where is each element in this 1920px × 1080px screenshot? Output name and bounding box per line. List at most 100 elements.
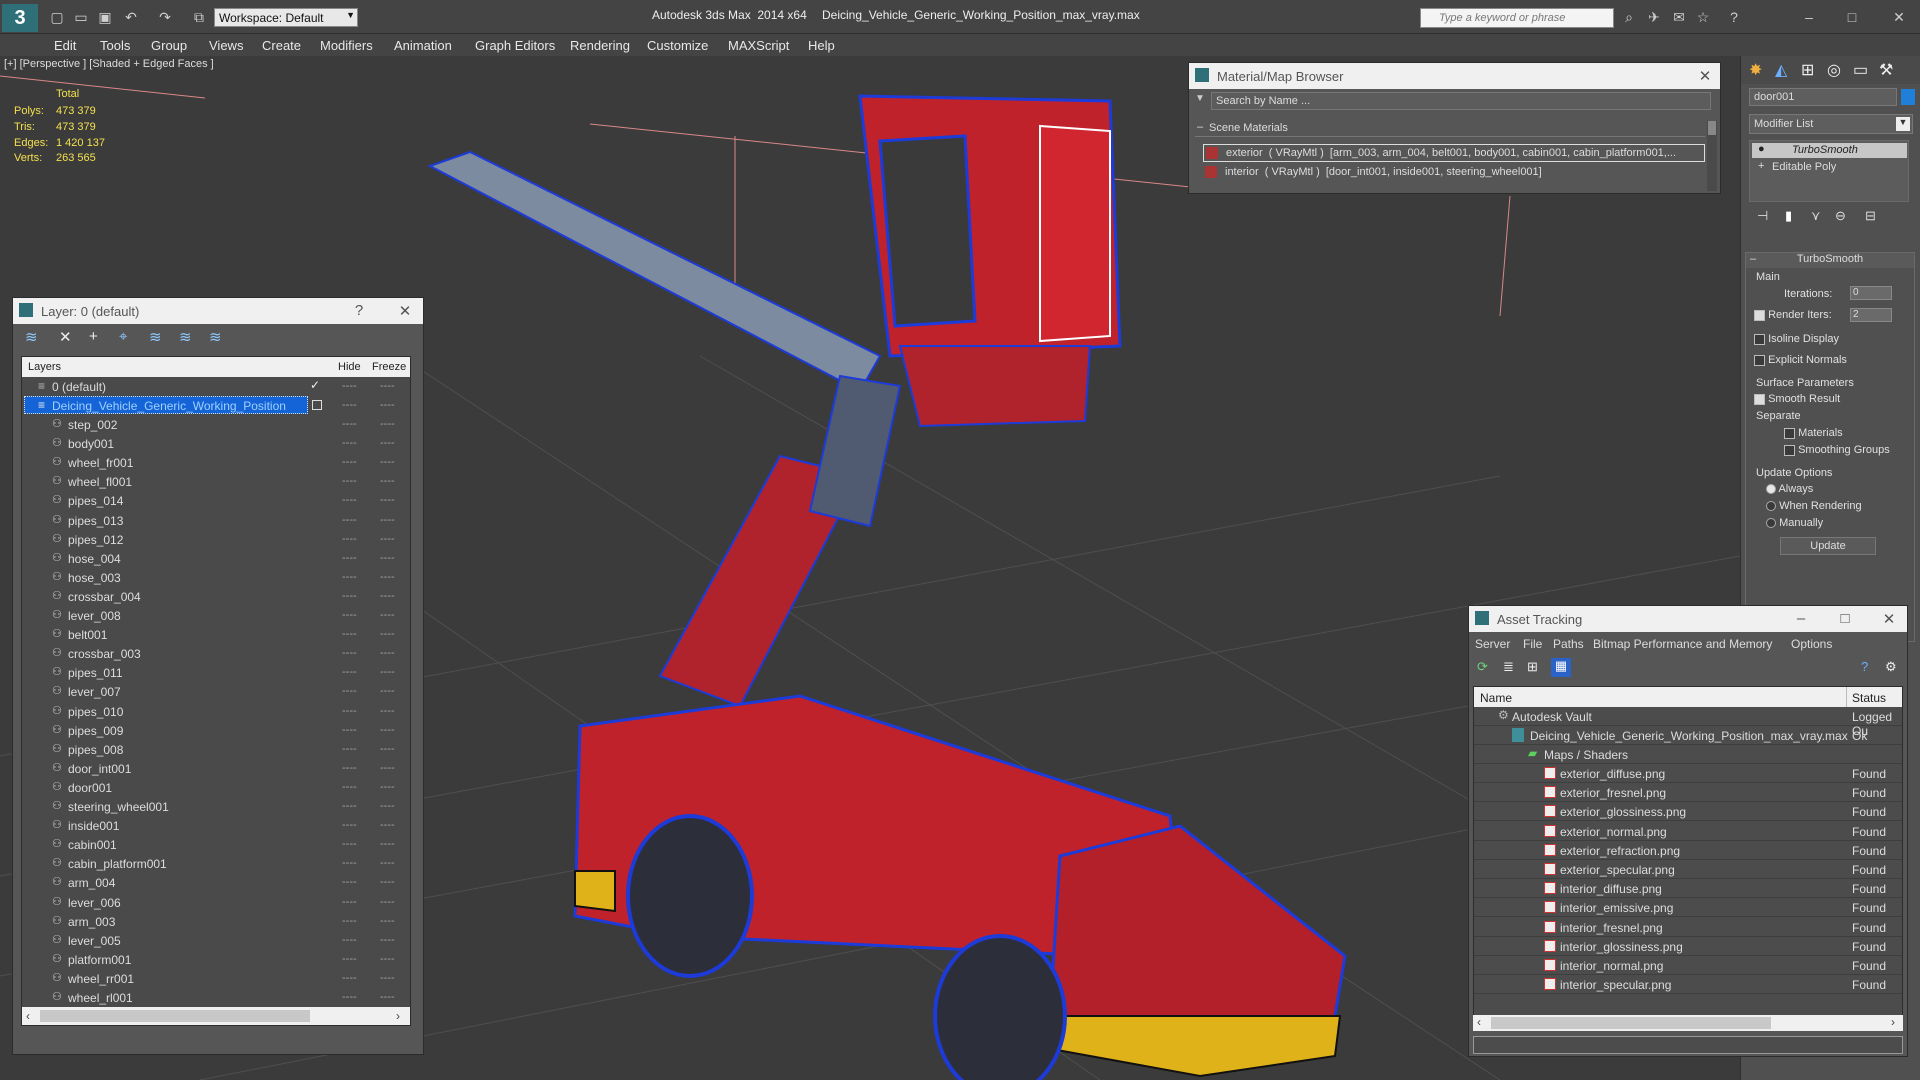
material-item-interior[interactable]: interior ( VRayMtl ) [door_int001, insid…: [1203, 164, 1705, 182]
utilities-tab-icon[interactable]: ⚒: [1879, 60, 1893, 80]
menu-create[interactable]: Create: [262, 38, 301, 53]
hide-toggle[interactable]: ----: [342, 571, 357, 583]
search-input[interactable]: Type a keyword or phrase: [1420, 8, 1614, 28]
freeze-toggle[interactable]: ----: [380, 724, 395, 736]
favorites-star-icon[interactable]: ☆: [1694, 8, 1712, 26]
scroll-right-icon[interactable]: ›: [396, 1009, 400, 1023]
smooth-result-checkbox[interactable]: Smooth Result: [1754, 393, 1840, 405]
close-icon[interactable]: ✕: [1879, 610, 1899, 628]
new-file-icon[interactable]: ▢: [48, 8, 66, 26]
hide-toggle[interactable]: ----: [342, 609, 357, 621]
freeze-toggle[interactable]: ----: [380, 934, 395, 946]
help-icon[interactable]: ?: [1725, 8, 1743, 26]
layer-object-row[interactable]: ⚇ pipes_013 ---- ----: [22, 511, 410, 530]
hide-toggle[interactable]: ----: [342, 494, 357, 506]
object-name-field[interactable]: door001: [1749, 88, 1897, 106]
asset-map-row[interactable]: interior_normal.png Found: [1474, 956, 1902, 975]
hide-toggle[interactable]: ----: [342, 857, 357, 869]
hierarchy-tab-icon[interactable]: ⊞: [1801, 60, 1814, 80]
tree-view-icon[interactable]: ⊞: [1527, 659, 1538, 675]
close-icon[interactable]: ✕: [395, 302, 415, 320]
hide-toggle[interactable]: ----: [342, 915, 357, 927]
configure-sets-icon[interactable]: ⊟: [1865, 208, 1876, 224]
material-browser-vscroll[interactable]: [1707, 121, 1717, 191]
layer-object-row[interactable]: ⚇ pipes_011 ---- ----: [22, 663, 410, 682]
asset-row-max-file[interactable]: Deicing_Vehicle_Generic_Working_Position…: [1474, 726, 1902, 745]
asset-row-maps-group[interactable]: ▰ Maps / Shaders: [1474, 745, 1902, 764]
freeze-toggle[interactable]: ----: [380, 685, 395, 697]
undo-icon[interactable]: ↶: [122, 8, 140, 26]
freeze-toggle[interactable]: ----: [380, 800, 395, 812]
isoline-checkbox[interactable]: Isoline Display: [1754, 333, 1839, 345]
asset-map-row[interactable]: exterior_specular.png Found: [1474, 860, 1902, 879]
material-item-exterior[interactable]: exterior ( VRayMtl ) [arm_003, arm_004, …: [1203, 144, 1705, 162]
expand-icon[interactable]: +: [1758, 160, 1764, 172]
freeze-toggle[interactable]: ----: [380, 819, 395, 831]
layer-panel-titlebar[interactable]: Layer: 0 (default) ? ✕: [13, 298, 423, 324]
material-browser-titlebar[interactable]: Material/Map Browser ✕: [1189, 63, 1720, 89]
list-view-icon[interactable]: ≣: [1503, 659, 1514, 675]
scroll-left-icon[interactable]: ‹: [1477, 1015, 1481, 1029]
freeze-toggle[interactable]: ----: [380, 494, 395, 506]
refresh-icon[interactable]: ⟳: [1477, 659, 1488, 675]
hide-toggle[interactable]: ----: [342, 876, 357, 888]
asset-menu-options[interactable]: Options: [1791, 637, 1832, 651]
scroll-right-icon[interactable]: ›: [1891, 1015, 1895, 1029]
asset-map-row[interactable]: exterior_diffuse.png Found: [1474, 764, 1902, 783]
freeze-toggle[interactable]: ----: [380, 705, 395, 717]
open-file-icon[interactable]: ▭: [72, 8, 90, 26]
menu-group[interactable]: Group: [151, 38, 187, 53]
subscription-icon[interactable]: ✈: [1645, 8, 1663, 26]
layer-object-row[interactable]: ⚇ hose_004 ---- ----: [22, 549, 410, 568]
asset-path-field[interactable]: [1473, 1036, 1903, 1054]
pin-stack-icon[interactable]: ⊣: [1757, 208, 1768, 224]
hide-toggle[interactable]: ----: [342, 991, 357, 1003]
hide-toggle[interactable]: ----: [342, 514, 357, 526]
hide-toggle[interactable]: ----: [342, 628, 357, 640]
bulb-icon[interactable]: ●: [1758, 143, 1765, 155]
asset-map-row[interactable]: interior_emissive.png Found: [1474, 898, 1902, 918]
asset-hscroll[interactable]: ‹ ›: [1473, 1015, 1903, 1031]
layer-object-row[interactable]: ⚇ pipes_009 ---- ----: [22, 721, 410, 740]
layer-object-row[interactable]: ⚇ pipes_012 ---- ----: [22, 530, 410, 549]
layer-object-row[interactable]: ⚇ hose_003 ---- ----: [22, 568, 410, 587]
maximize-icon[interactable]: □: [1843, 8, 1861, 26]
asset-map-row[interactable]: interior_specular.png Found: [1474, 975, 1902, 995]
freeze-toggle[interactable]: ----: [380, 590, 395, 602]
layer-object-row[interactable]: ⚇ wheel_fr001 ---- ----: [22, 453, 410, 472]
stack-item-turbosmooth[interactable]: ● TurboSmooth: [1752, 143, 1907, 158]
close-icon[interactable]: ✕: [1695, 67, 1715, 85]
stack-item-editable-poly[interactable]: + Editable Poly: [1752, 160, 1907, 175]
freeze-toggle[interactable]: ----: [380, 514, 395, 526]
hide-toggle[interactable]: ----: [342, 590, 357, 602]
always-radio[interactable]: Always: [1766, 483, 1813, 495]
hide-toggle[interactable]: ----: [342, 437, 357, 449]
layer-object-row[interactable]: ⚇ door_int001 ---- ----: [22, 759, 410, 778]
hide-toggle[interactable]: ----: [342, 896, 357, 908]
layer-object-row[interactable]: ⚇ door001 ---- ----: [22, 778, 410, 797]
set-current-checkbox[interactable]: [312, 400, 322, 410]
layer-object-row[interactable]: ⚇ pipes_014 ---- ----: [22, 491, 410, 510]
modifier-list-dropdown[interactable]: Modifier List ▼: [1749, 114, 1913, 134]
update-button[interactable]: Update: [1780, 537, 1876, 555]
freeze-toggle[interactable]: ----: [380, 915, 395, 927]
manually-radio[interactable]: Manually: [1766, 517, 1823, 529]
freeze-toggle[interactable]: ----: [380, 437, 395, 449]
hide-toggle[interactable]: ----: [342, 838, 357, 850]
asset-map-row[interactable]: exterior_fresnel.png Found: [1474, 783, 1902, 803]
col-name[interactable]: Name: [1480, 691, 1512, 705]
render-iters-spinner[interactable]: 2: [1850, 308, 1892, 322]
layer-object-row[interactable]: ⚇ wheel_fl001 ---- ----: [22, 472, 410, 491]
layer-row-default[interactable]: ≡ 0 (default) ✓ ---- ----: [22, 377, 410, 396]
freeze-toggle[interactable]: ----: [380, 857, 395, 869]
layer-object-row[interactable]: ⚇ crossbar_004 ---- ----: [22, 587, 410, 606]
asset-menu-file[interactable]: File: [1523, 637, 1542, 651]
rollout-header[interactable]: – TurboSmooth: [1746, 253, 1914, 268]
scroll-thumb[interactable]: [1708, 121, 1716, 135]
motion-tab-icon[interactable]: ◎: [1827, 60, 1841, 80]
app-logo[interactable]: 3: [2, 4, 38, 32]
freeze-toggle[interactable]: ----: [380, 647, 395, 659]
material-search-input[interactable]: Search by Name ...: [1211, 92, 1711, 110]
show-end-result-icon[interactable]: ▮: [1785, 208, 1792, 224]
layer-object-row[interactable]: ⚇ inside001 ---- ----: [22, 816, 410, 835]
